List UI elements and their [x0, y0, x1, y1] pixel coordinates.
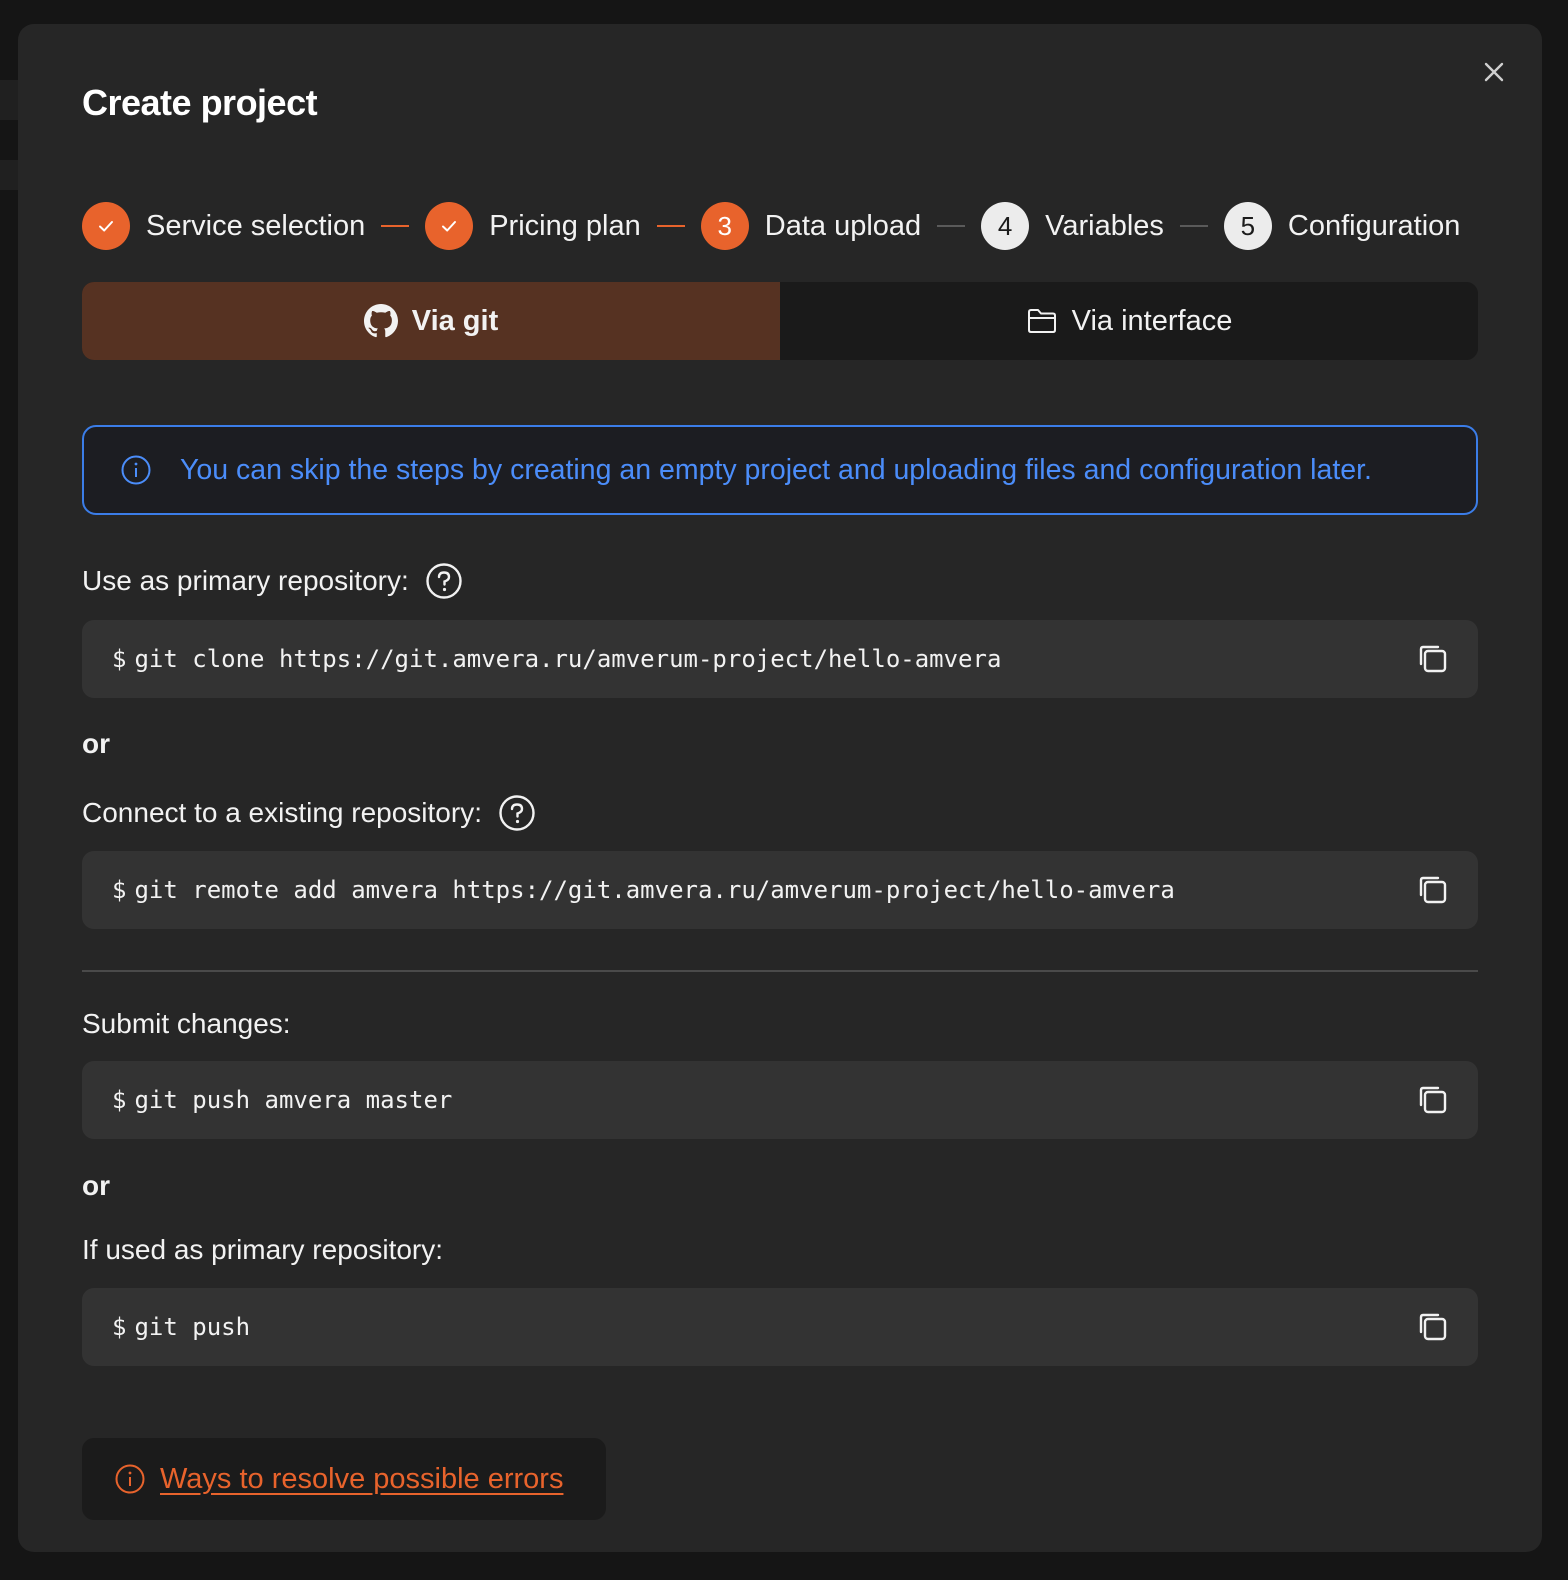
step-label: Configuration: [1287, 209, 1461, 242]
step-variables: 4 Variables: [981, 202, 1164, 250]
step-service-selection: Service selection: [82, 202, 365, 250]
question-circle-icon[interactable]: [425, 562, 463, 600]
primary-repo-label: Use as primary repository:: [82, 562, 463, 600]
tab-via-interface-label: Via interface: [1071, 304, 1233, 337]
question-circle-icon[interactable]: [498, 794, 536, 832]
stepper: Service selection Pricing plan 3 Data up…: [82, 202, 1460, 250]
step-data-upload: 3 Data upload: [700, 202, 922, 250]
step-separator: [656, 225, 685, 227]
primary-repo-label-text: Use as primary repository:: [82, 565, 409, 596]
step-configuration: 5 Configuration: [1223, 202, 1461, 250]
backdrop: [0, 80, 18, 120]
prompt-symbol: $: [112, 1313, 127, 1341]
step-done-badge: [82, 202, 130, 250]
copy-icon: [1419, 1313, 1447, 1341]
step-label: Variables: [1045, 209, 1164, 242]
tab-via-interface[interactable]: Via interface: [780, 282, 1478, 360]
clone-command-box: $ git clone https://git.amvera.ru/amveru…: [82, 620, 1478, 698]
copy-icon: [1419, 645, 1447, 673]
step-label: Service selection: [146, 209, 366, 242]
info-banner: You can skip the steps by creating an em…: [82, 425, 1478, 515]
submit-changes-label: Submit changes:: [82, 1008, 291, 1040]
info-circle-icon: [115, 1464, 145, 1494]
step-separator: [381, 225, 410, 227]
step-label: Pricing plan: [489, 209, 641, 242]
or-separator: or: [82, 728, 110, 759]
section-divider: [82, 970, 1478, 972]
close-icon: [1484, 62, 1504, 82]
step-separator: [1179, 225, 1208, 227]
existing-repo-label-text: Connect to a existing repository:: [82, 797, 482, 828]
copy-icon: [1419, 1086, 1447, 1114]
or-separator: or: [82, 1170, 110, 1201]
folder-icon: [1026, 307, 1058, 335]
info-circle-icon: [121, 455, 151, 485]
if-primary-label-text: If used as primary repository:: [82, 1234, 444, 1265]
close-button[interactable]: [1478, 56, 1510, 88]
remote-command-box: $ git remote add amvera https://git.amve…: [82, 851, 1478, 929]
resolve-errors-link-box[interactable]: Ways to resolve possible errors: [82, 1438, 606, 1520]
push-primary-command-box: $ git push: [82, 1288, 1478, 1366]
step-separator: [937, 225, 966, 227]
push-command: git push amvera master: [134, 1086, 453, 1114]
github-icon: [363, 304, 398, 338]
prompt-symbol: $: [112, 876, 127, 904]
create-project-modal: Create project Service selection Pricing…: [18, 24, 1542, 1552]
copy-push-button[interactable]: [1416, 1083, 1450, 1117]
clone-command: git clone https://git.amvera.ru/amverum-…: [134, 645, 1002, 673]
if-primary-label: If used as primary repository:: [82, 1234, 443, 1266]
remote-command: git remote add amvera https://git.amvera…: [134, 876, 1175, 904]
step-number-badge: 4: [981, 202, 1030, 250]
info-text: You can skip the steps by creating an em…: [180, 453, 1372, 486]
tab-via-git[interactable]: Via git: [82, 282, 780, 360]
check-icon: [442, 221, 457, 232]
prompt-symbol: $: [112, 1086, 127, 1114]
copy-clone-button[interactable]: [1416, 642, 1450, 676]
backdrop: [0, 160, 18, 190]
check-icon: [99, 221, 113, 232]
step-done-badge: [425, 202, 474, 250]
upload-method-tabs: Via git Via interface: [82, 282, 1478, 360]
resolve-errors-link[interactable]: Ways to resolve possible errors: [160, 1463, 563, 1496]
modal-title: Create project: [82, 82, 318, 123]
step-label: Data upload: [764, 209, 922, 242]
copy-remote-button[interactable]: [1416, 873, 1450, 907]
push-command-box: $ git push amvera master: [82, 1061, 1478, 1139]
tab-via-git-label: Via git: [411, 304, 499, 337]
submit-changes-label-text: Submit changes:: [82, 1008, 291, 1039]
prompt-symbol: $: [112, 645, 127, 673]
existing-repo-label: Connect to a existing repository:: [82, 794, 536, 832]
copy-icon: [1419, 876, 1447, 904]
step-number-badge: 3: [700, 202, 749, 250]
copy-push-primary-button[interactable]: [1416, 1310, 1450, 1344]
push-primary-command: git push: [134, 1313, 251, 1341]
step-number-badge: 5: [1223, 202, 1272, 250]
step-pricing-plan: Pricing plan: [425, 202, 641, 250]
